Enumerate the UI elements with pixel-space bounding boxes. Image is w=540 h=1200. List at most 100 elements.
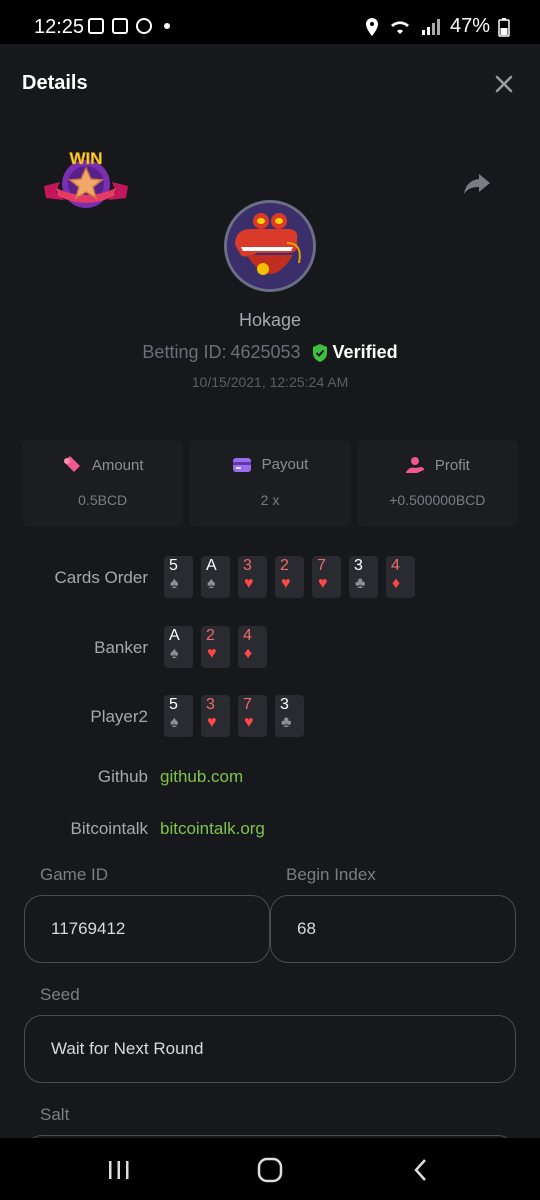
game-id-label: Game ID [40, 865, 109, 884]
playing-card: 3 ♣ [275, 695, 304, 737]
card-rank: 3 [280, 696, 289, 713]
playing-card: 4 ♦ [386, 556, 415, 598]
playing-card: 4 ♦ [238, 626, 267, 668]
begin-index-field[interactable]: 68 [270, 895, 516, 963]
card-suit-icon: ♠ [170, 575, 179, 592]
bitcointalk-link[interactable]: bitcointalk.org [160, 819, 265, 839]
card-suit-icon: ♠ [170, 645, 179, 662]
card-rank: A [169, 627, 180, 644]
playing-card: 3 ♥ [238, 556, 267, 598]
card-suit-icon: ♥ [318, 575, 328, 592]
back-button[interactable] [406, 1156, 436, 1184]
close-button[interactable] [490, 70, 518, 98]
page-title: Details [22, 72, 88, 94]
player-label: Player2 [90, 707, 148, 726]
card-rank: 5 [169, 557, 178, 574]
cards-order-label: Cards Order [54, 568, 148, 587]
messenger-notification-icon [136, 18, 152, 34]
playing-card: 3 ♣ [349, 556, 378, 598]
playing-card: 5 ♠ [164, 695, 193, 737]
bitcointalk-label: Bitcointalk [70, 819, 148, 838]
card-suit-icon: ♦ [244, 645, 253, 662]
stat-value: 0.5BCD [78, 492, 128, 508]
status-time: 12:25 [34, 16, 85, 38]
banker-cards-list: A ♠ 2 ♥ 4 ♦ [164, 626, 267, 668]
share-icon [464, 174, 490, 194]
signal-icon [421, 18, 440, 35]
stat-value: +0.500000BCD [389, 492, 486, 508]
home-button[interactable] [255, 1156, 285, 1184]
stat-label: Profit [434, 456, 470, 474]
card-rank: 7 [243, 696, 252, 713]
verified-shield-icon [312, 343, 327, 362]
github-link[interactable]: github.com [160, 767, 243, 787]
system-navigation-bar [0, 1138, 540, 1200]
stat-amount: Amount 0.5BCD [22, 440, 184, 526]
card-suit-icon: ♠ [207, 575, 216, 592]
playing-card: 7 ♥ [238, 695, 267, 737]
back-icon [414, 1159, 426, 1181]
card-suit-icon: ♦ [392, 575, 401, 592]
card-rank: 4 [391, 557, 400, 574]
begin-index-label: Begin Index [286, 865, 376, 884]
amount-icon [63, 456, 80, 472]
notification-icons [88, 18, 170, 34]
location-icon [365, 17, 378, 36]
username: Hokage [238, 310, 302, 330]
betting-id-value: 4625053 [230, 342, 301, 362]
playing-card: A ♠ [201, 556, 230, 598]
card-suit-icon: ♥ [244, 714, 254, 731]
playing-card: 7 ♥ [312, 556, 341, 598]
wifi-icon [390, 20, 409, 34]
recent-apps-icon [109, 1161, 129, 1179]
stat-value: 2 x [260, 492, 280, 508]
game-id-value: 11769412 [51, 919, 126, 938]
battery-icon [498, 17, 510, 37]
card-suit-icon: ♥ [244, 575, 254, 592]
crocodile-avatar-icon [227, 203, 313, 289]
profit-icon [405, 457, 424, 473]
card-rank: 3 [206, 696, 215, 713]
shop-notification-icon [88, 18, 104, 34]
recent-apps-button[interactable] [104, 1156, 134, 1184]
gallery-notification-icon [112, 18, 128, 34]
card-suit-icon: ♠ [170, 714, 179, 731]
card-rank: 3 [354, 557, 363, 574]
battery-percent: 47% [449, 15, 490, 37]
seed-label: Seed [40, 985, 80, 1004]
card-suit-icon: ♥ [281, 575, 291, 592]
stat-label: Payout [261, 456, 309, 473]
playing-card: A ♠ [164, 626, 193, 668]
verified-status: Verified [332, 342, 398, 362]
playing-card: 5 ♠ [164, 556, 193, 598]
payout-card-icon [232, 457, 251, 472]
playing-card: 3 ♥ [201, 695, 230, 737]
card-suit-icon: ♥ [207, 645, 217, 662]
cards-order-list: 5 ♠ A ♠ 3 ♥ 2 ♥ 7 ♥ 3 ♣ 4 ♦ [164, 556, 415, 598]
begin-index-value: 68 [297, 919, 316, 938]
close-icon [495, 75, 513, 93]
card-rank: 3 [243, 557, 252, 574]
card-rank: 2 [206, 627, 215, 644]
bet-stats: Amount 0.5BCD Payout 2 x Profit +0.50000… [22, 440, 518, 526]
stat-payout: Payout 2 x [189, 440, 351, 526]
seed-field[interactable]: Wait for Next Round [24, 1015, 516, 1083]
salt-label: Salt [40, 1105, 70, 1124]
github-label: Github [97, 767, 148, 786]
seed-value: Wait for Next Round [51, 1039, 204, 1058]
win-badge-text: WIN [69, 149, 102, 168]
stat-profit: Profit +0.500000BCD [356, 440, 518, 526]
more-notifications-icon [164, 23, 170, 29]
avatar [224, 200, 316, 292]
betting-id-line: Betting ID: 4625053 Verified [0, 342, 540, 363]
details-panel: Details WIN Hokage Betting ID: 4625053 V… [0, 44, 540, 1138]
banker-label: Banker [94, 638, 148, 657]
playing-card: 2 ♥ [275, 556, 304, 598]
home-icon [257, 1157, 283, 1183]
game-id-field[interactable]: 11769412 [24, 895, 270, 963]
stat-label: Amount [91, 456, 144, 474]
card-rank: 4 [243, 627, 252, 644]
card-suit-icon: ♣ [281, 714, 292, 731]
player-cards-list: 5 ♠ 3 ♥ 7 ♥ 3 ♣ [164, 695, 304, 737]
share-button[interactable] [462, 168, 492, 198]
